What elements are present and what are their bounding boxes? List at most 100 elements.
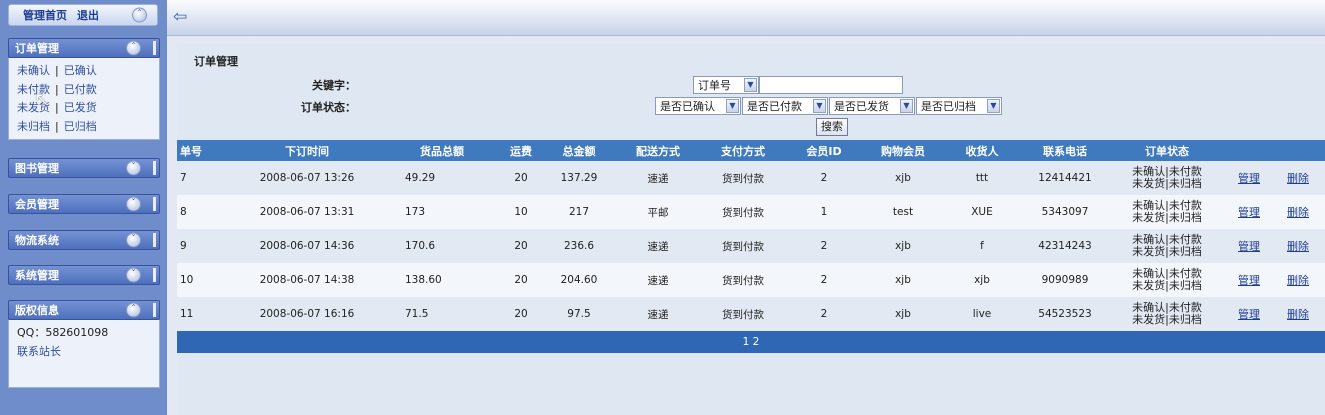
logout-link[interactable]: 退出 (77, 7, 99, 23)
order-panel-body: 未确认 | 已确认 未付款 | 已付款 未发货 | 已发货 未归档 | 已归档 (8, 58, 160, 140)
delete-cell: 删除 (1271, 161, 1325, 195)
top-nav-bar: 管理首页 退出 ˆ (8, 4, 158, 26)
manage-cell: 管理 (1227, 195, 1271, 229)
collapse-icon[interactable]: ˆ (132, 7, 147, 23)
ship-status-select[interactable]: 是否已发货 ▼ (829, 97, 915, 115)
delete-cell: 删除 (1271, 195, 1325, 229)
shipping-method-cell: 平邮 (613, 195, 703, 229)
payment-method-cell: 货到付款 (703, 297, 783, 331)
books-panel-header[interactable]: 图书管理 ˇ (8, 158, 160, 178)
keyword-input[interactable] (759, 76, 903, 94)
logistics-panel: 物流系统 ˇ (8, 230, 160, 250)
table-row: 11 2008-06-07 16:16 71.5 20 97.5 速递 货到付款 2 xjb li… (177, 297, 1325, 331)
order-time-cell: 2008-06-07 16:16 (227, 297, 387, 331)
order-panel-title: 订单管理 (15, 42, 59, 55)
expand-icon[interactable]: ˇ (126, 232, 141, 248)
order-status-cell: 未确认|未付款 未发货|未归档 (1107, 229, 1227, 263)
expand-icon[interactable]: ˇ (126, 267, 141, 283)
order-panel-header[interactable]: 订单管理 ˆ (8, 38, 160, 58)
system-panel-title: 系统管理 (15, 269, 59, 282)
payment-method-cell: 货到付款 (703, 229, 783, 263)
collapse-icon[interactable]: ˆ (126, 40, 141, 56)
orders-table: 单号 下订时间 货品总额 运费 总金额 配送方式 支付方式 会员ID 购物会员 收货人 联系电话 订单… (177, 140, 1325, 353)
pay-status-value: 是否已付款 (747, 100, 802, 113)
order-time-cell: 2008-06-07 14:36 (227, 229, 387, 263)
logistics-panel-header[interactable]: 物流系统 ˇ (8, 230, 160, 250)
pager[interactable]: 1 2 (177, 331, 1325, 353)
goods-total-cell: 71.5 (387, 297, 497, 331)
delete-link[interactable]: 删除 (1287, 172, 1309, 185)
admin-home-link[interactable]: 管理首页 (23, 7, 67, 23)
page-title: 订单管理 (194, 55, 238, 68)
manage-link[interactable]: 管理 (1238, 308, 1260, 321)
manage-cell: 管理 (1227, 161, 1271, 195)
delete-cell: 删除 (1271, 229, 1325, 263)
paid-link[interactable]: 已付款 (64, 83, 97, 96)
goods-total-cell: 138.60 (387, 263, 497, 297)
search-field-value: 订单号 (698, 79, 731, 92)
member-id-cell: 1 (783, 195, 865, 229)
member-id-cell: 2 (783, 263, 865, 297)
table-row: 10 2008-06-07 14:38 138.60 20 204.60 速递 货到付款 2 x… (177, 263, 1325, 297)
members-panel-header[interactable]: 会员管理 ˇ (8, 194, 160, 214)
order-id-cell: 9 (177, 229, 227, 263)
freight-cell: 20 (497, 263, 545, 297)
manage-cell: 管理 (1227, 229, 1271, 263)
manage-cell: 管理 (1227, 263, 1271, 297)
shipped-link[interactable]: 已发货 (64, 101, 97, 114)
delete-link[interactable]: 删除 (1287, 274, 1309, 287)
delete-link[interactable]: 删除 (1287, 206, 1309, 219)
confirm-status-select[interactable]: 是否已确认 ▼ (655, 97, 741, 115)
manage-link[interactable]: 管理 (1238, 172, 1260, 185)
unconfirmed-link[interactable]: 未确认 (17, 64, 50, 77)
archive-status-select[interactable]: 是否已归档 ▼ (916, 97, 1002, 115)
delete-link[interactable]: 删除 (1287, 308, 1309, 321)
mouse-cursor-icon: ↖ (34, 89, 50, 110)
expand-icon[interactable]: ˇ (126, 196, 141, 212)
freight-cell: 20 (497, 229, 545, 263)
column-header: 购物会员 (865, 140, 941, 161)
copyright-panel-title: 版权信息 (15, 304, 59, 317)
member-cell: xjb (865, 263, 941, 297)
order-time-cell: 2008-06-07 13:31 (227, 195, 387, 229)
order-status-cell: 未确认|未付款 未发货|未归档 (1107, 195, 1227, 229)
unarchived-link[interactable]: 未归档 (17, 120, 50, 133)
status-line: 未发货|未归档 (1132, 313, 1202, 326)
manage-link[interactable]: 管理 (1238, 240, 1260, 253)
payment-method-cell: 货到付款 (703, 195, 783, 229)
column-header: 货品总额 (387, 140, 497, 161)
system-panel: 系统管理 ˇ (8, 265, 160, 285)
search-button[interactable]: 搜索 (816, 118, 848, 136)
system-panel-header[interactable]: 系统管理 ˇ (8, 265, 160, 285)
order-time-cell: 2008-06-07 14:38 (227, 263, 387, 297)
back-arrow-icon[interactable]: ⇦ (173, 7, 187, 27)
contact-admin-link[interactable]: 联系站长 (17, 343, 151, 362)
column-header: 运费 (497, 140, 545, 161)
order-id-cell: 11 (177, 297, 227, 331)
manage-link[interactable]: 管理 (1238, 206, 1260, 219)
table-row: 9 2008-06-07 14:36 170.6 20 236.6 速递 货到付款 2 xjb f… (177, 229, 1325, 263)
expand-icon[interactable]: ˇ (126, 160, 141, 176)
copyright-panel-header[interactable]: 版权信息 ˆ (8, 300, 160, 320)
page-links[interactable]: 1 2 (743, 336, 760, 348)
order-id-cell: 8 (177, 195, 227, 229)
pager-row: 1 2 (177, 331, 1325, 353)
archived-link[interactable]: 已归档 (64, 120, 97, 133)
total-amount-cell: 236.6 (545, 229, 613, 263)
status-line: 未发货|未归档 (1132, 279, 1202, 292)
member-id-cell: 2 (783, 229, 865, 263)
archive-status-value: 是否已归档 (921, 100, 976, 113)
main-area: ⇦ 订单管理 关键字： 订单状态： 订单号 ▼ 是否已确认 ▼ 是否已付款 ▼ … (167, 0, 1325, 415)
goods-total-cell: 170.6 (387, 229, 497, 263)
delete-link[interactable]: 删除 (1287, 240, 1309, 253)
column-header (1227, 140, 1271, 161)
phone-cell: 54523523 (1023, 297, 1107, 331)
column-header: 下订时间 (227, 140, 387, 161)
collapse-icon[interactable]: ˆ (126, 302, 141, 318)
search-field-select[interactable]: 订单号 ▼ (693, 76, 759, 94)
pay-status-select[interactable]: 是否已付款 ▼ (742, 97, 828, 115)
order-time-cell: 2008-06-07 13:26 (227, 161, 387, 195)
confirmed-link[interactable]: 已确认 (64, 64, 97, 77)
manage-link[interactable]: 管理 (1238, 274, 1260, 287)
ship-status-value: 是否已发货 (834, 100, 889, 113)
